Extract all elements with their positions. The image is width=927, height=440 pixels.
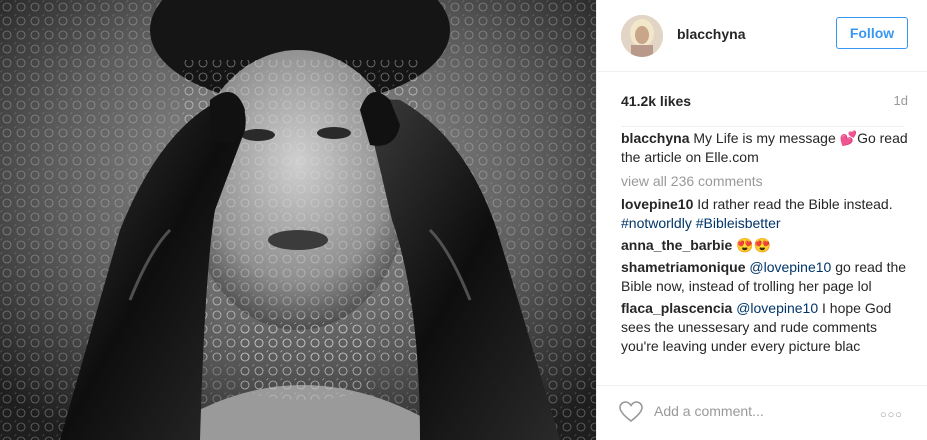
likes-count[interactable]: 41.2k likes (621, 93, 691, 109)
emoji-hearts: 💕 (839, 130, 858, 146)
post-header: blacchyna Follow (597, 0, 927, 72)
comment-item: lovepine10 Id rather read the Bible inst… (621, 195, 911, 233)
post-view: blacchyna Follow 41.2k likes 1d blacchyn… (0, 0, 927, 440)
comment-text: Id rather read the Bible instead. (697, 196, 893, 212)
caption-username[interactable]: blacchyna (621, 130, 689, 146)
post-sidebar: blacchyna Follow 41.2k likes 1d blacchyn… (596, 0, 927, 440)
post-photo[interactable] (0, 0, 596, 440)
comment-hashtags[interactable]: #notworldly #Bibleisbetter (621, 215, 781, 231)
avatar-image (621, 15, 663, 57)
caption: blacchyna My Life is my message 💕Go read… (621, 129, 911, 167)
comment-username[interactable]: anna_the_barbie (621, 237, 732, 253)
add-comment-input[interactable]: Add a comment... (654, 403, 764, 419)
comment-item: flaca_plascencia @lovepine10 I hope God … (621, 299, 911, 356)
comment-username[interactable]: lovepine10 (621, 196, 693, 212)
view-all-comments-link[interactable]: view all 236 comments (621, 172, 911, 191)
post-photo-image (0, 0, 596, 440)
heart-icon-svg (619, 401, 643, 423)
more-options-icon[interactable]: ○○○ (880, 409, 903, 421)
comment-item: anna_the_barbie 😍😍 (621, 236, 911, 255)
caption-text: My Life is my message (693, 130, 840, 146)
follow-button[interactable]: Follow (836, 17, 908, 49)
comment-mention[interactable]: @lovepine10 (736, 300, 818, 316)
comment-username[interactable]: shametriamonique (621, 259, 745, 275)
comment-mention[interactable]: @lovepine10 (749, 259, 831, 275)
divider (621, 126, 904, 127)
post-time[interactable]: 1d (894, 93, 908, 108)
comment-text: 😍😍 (736, 237, 772, 253)
comment-composer: Add a comment... ○○○ (597, 385, 927, 440)
avatar[interactable] (621, 15, 663, 57)
likes-row: 41.2k likes 1d (621, 93, 908, 113)
comment-username[interactable]: flaca_plascencia (621, 300, 732, 316)
comments-list: blacchyna My Life is my message 💕Go read… (621, 129, 911, 376)
heart-icon[interactable] (619, 401, 643, 423)
comment-item: shametriamonique @lovepine10 go read the… (621, 258, 911, 296)
post-username[interactable]: blacchyna (677, 26, 745, 42)
